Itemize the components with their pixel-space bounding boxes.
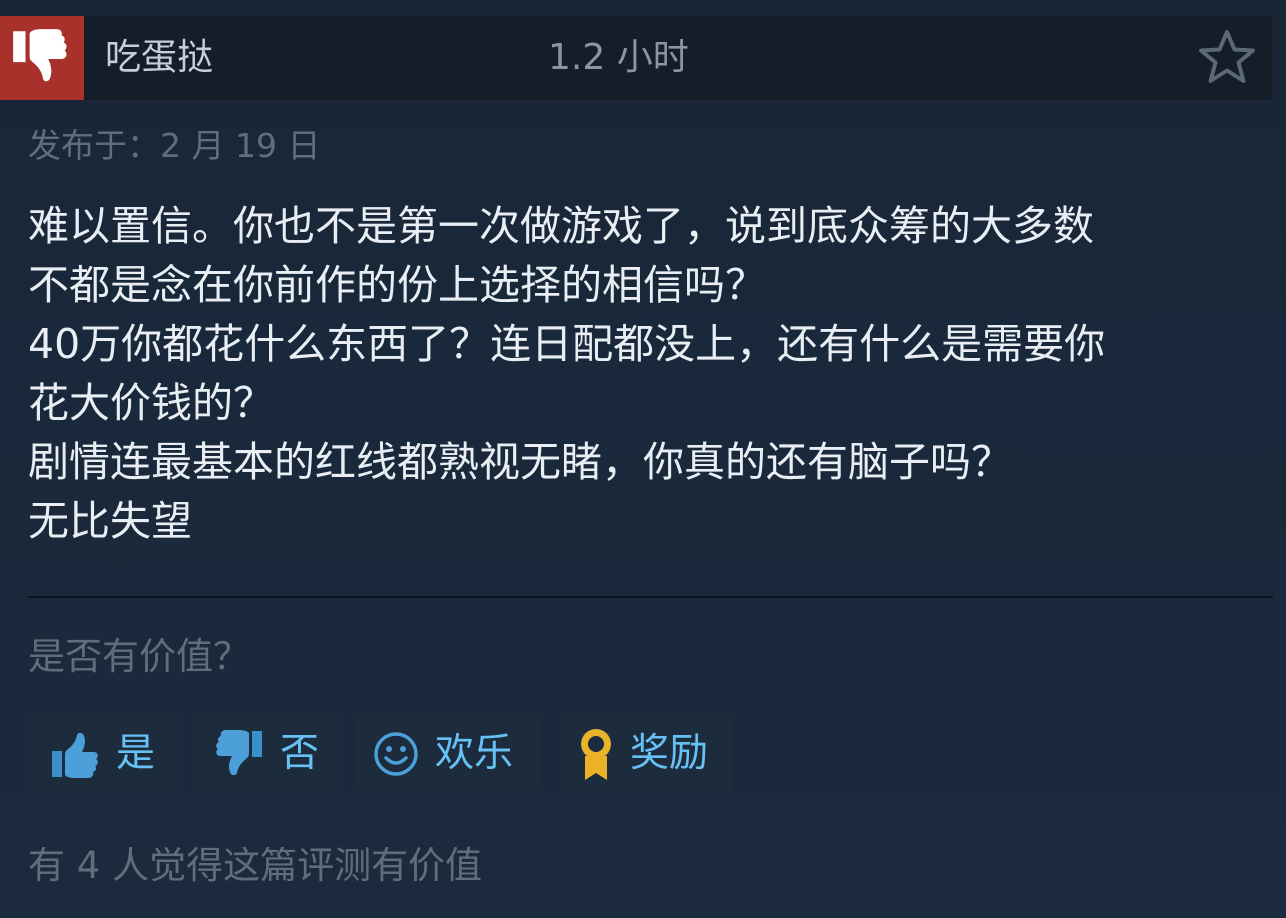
- vote-funny-label: 欢乐: [435, 731, 514, 776]
- review-body-line: 无比失望: [28, 497, 192, 545]
- review-header: 吃蛋挞 1.2 小时: [0, 16, 1272, 100]
- author-name[interactable]: 吃蛋挞: [105, 36, 213, 80]
- divider: [28, 596, 1273, 598]
- vote-yes-label: 是: [116, 731, 156, 776]
- award-ribbon-icon: [581, 729, 611, 780]
- vote-funny-button[interactable]: 欢乐: [355, 716, 541, 792]
- thumbs-down-icon: [216, 730, 262, 776]
- vote-yes-button[interactable]: 是: [30, 716, 178, 792]
- award-label: 奖励: [630, 731, 709, 776]
- smiley-icon: [374, 732, 418, 776]
- posted-date: 发布于：2 月 19 日: [28, 126, 321, 165]
- thumbs-down-icon: [13, 29, 67, 82]
- vote-no-label: 否: [280, 731, 320, 776]
- review-body-line: 花大价钱的？: [28, 379, 274, 427]
- review-body: 难以置信。你也不是第一次做游戏了，说到底众筹的大多数 不都是念在你前作的份上选择…: [28, 197, 1268, 551]
- thumbs-up-icon: [52, 732, 98, 778]
- review-body-line: 剧情连最基本的红线都熟视无睹，你真的还有脑子吗？: [28, 438, 1012, 486]
- vote-no-button[interactable]: 否: [192, 716, 338, 792]
- star-icon[interactable]: [1197, 28, 1257, 88]
- not-recommended-badge: [0, 16, 84, 100]
- helpful-question: 是否有价值？: [28, 635, 250, 678]
- review-card: 吃蛋挞 1.2 小时 发布于：2 月 19 日 难以置信。你也不是第一次做游戏了…: [0, 0, 1286, 918]
- award-button[interactable]: 奖励: [562, 716, 732, 792]
- helpful-count-text: 有 4 人觉得这篇评测有价值: [28, 844, 483, 887]
- review-body-line: 难以置信。你也不是第一次做游戏了，说到底众筹的大多数: [28, 202, 1094, 250]
- review-body-line: 不都是念在你前作的份上选择的相信吗？: [28, 261, 766, 309]
- playtime-hours: 1.2 小时: [548, 37, 689, 78]
- review-body-line: 40万你都花什么东西了？连日配都没上，还有什么是需要你: [28, 320, 1106, 368]
